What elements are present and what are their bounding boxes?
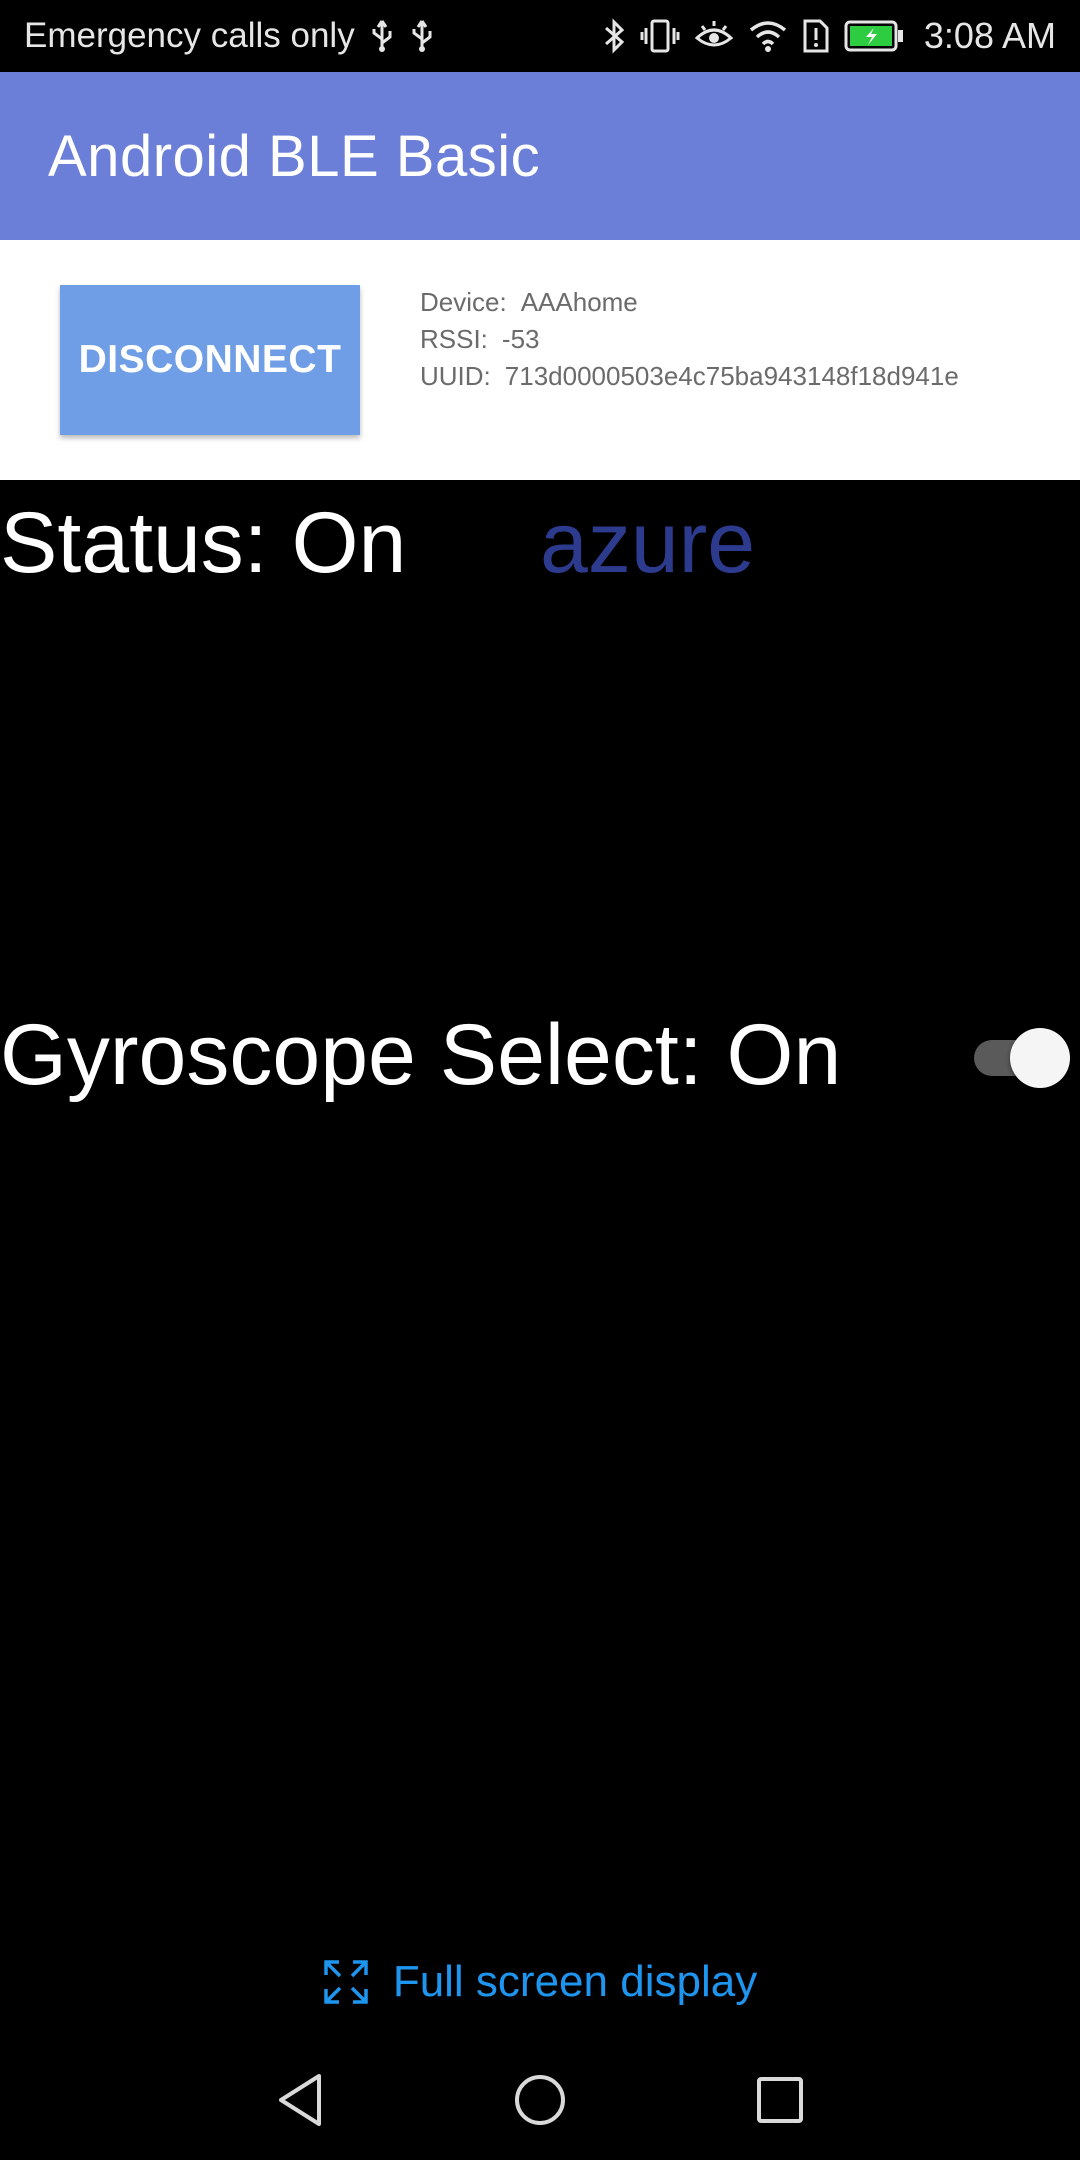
status-right: 3:08 AM: [602, 15, 1056, 57]
app-title: Android BLE Basic: [48, 123, 541, 189]
device-info: Device: AAAhome RSSI: -53 UUID: 713d0000503…: [420, 284, 959, 395]
status-text: Status: On: [0, 495, 407, 591]
device-row: Device: AAAhome: [420, 284, 959, 321]
device-value: AAAhome: [520, 287, 638, 317]
back-icon: [279, 2074, 321, 2126]
no-sim-icon: [802, 18, 830, 54]
switch-thumb: [1010, 1028, 1070, 1088]
status-row: Status: On azure: [0, 488, 1080, 598]
rssi-value: -53: [501, 324, 540, 354]
status-bar: Emergency calls only 3:08 AM: [0, 0, 1080, 72]
vibrate-icon: [640, 18, 680, 54]
disconnect-button[interactable]: DISCONNECT: [60, 285, 360, 435]
bluetooth-icon: [602, 18, 626, 54]
device-card: DISCONNECT Device: AAAhome RSSI: -53 UUID:…: [0, 240, 1080, 480]
gyroscope-row: Gyroscope Select: On: [0, 1000, 1080, 1110]
home-button[interactable]: [500, 2060, 580, 2140]
home-icon: [515, 2075, 565, 2125]
wifi-icon: [748, 18, 788, 54]
rssi-row: RSSI: -53: [420, 321, 959, 358]
status-time: 3:08 AM: [923, 15, 1056, 56]
usb-icon: [369, 19, 395, 53]
color-name: azure: [540, 495, 756, 591]
recents-button[interactable]: [740, 2060, 820, 2140]
device-label: Device:: [420, 287, 507, 317]
recents-icon: [757, 2077, 803, 2123]
screen: Emergency calls only 3:08 AM Android BLE…: [0, 0, 1080, 2160]
app-bar: Android BLE Basic: [0, 72, 1080, 240]
expand-icon: [323, 1959, 369, 2005]
battery-charging-icon: [844, 20, 904, 52]
carrier-text: Emergency calls only: [24, 16, 355, 55]
fullscreen-label: Full screen display: [392, 1957, 758, 2006]
status-left: Emergency calls only: [24, 16, 435, 56]
uuid-label: UUID:: [420, 361, 491, 391]
uuid-row: UUID: 713d0000503e4c75ba943148f18d941e: [420, 358, 959, 395]
gyroscope-switch[interactable]: [972, 1026, 1072, 1088]
rssi-label: RSSI:: [420, 324, 488, 354]
eye-comfort-icon: [694, 18, 734, 54]
gyroscope-label: Gyroscope Select: On: [0, 1007, 842, 1103]
fullscreen-display-button[interactable]: Full screen display: [0, 1950, 1080, 2014]
navigation-bar: [0, 2040, 1080, 2160]
uuid-value: 713d0000503e4c75ba943148f18d941e: [504, 361, 959, 391]
back-button[interactable]: [260, 2060, 340, 2140]
usb-icon: [409, 19, 435, 53]
